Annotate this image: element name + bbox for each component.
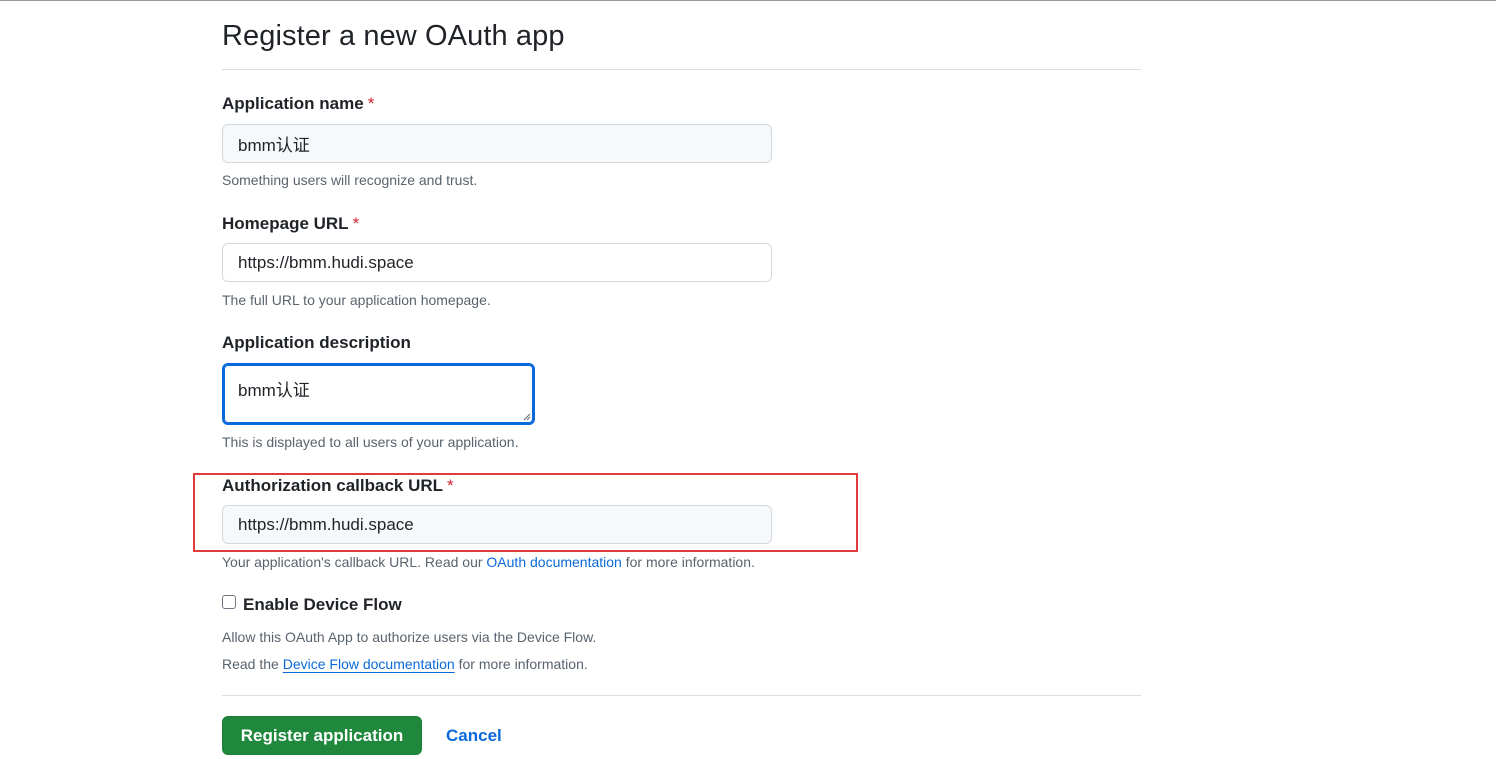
device-flow-hint-before: Read the <box>222 656 279 672</box>
app-name-label-text: Application name <box>222 94 364 113</box>
top-border <box>0 0 1496 1</box>
homepage-url-hint: The full URL to your application homepag… <box>222 292 491 308</box>
description-label-text: Application description <box>222 333 411 352</box>
register-application-button[interactable]: Register application <box>222 716 422 755</box>
description-textarea[interactable]: bmm认证 <box>222 363 535 425</box>
cancel-button[interactable]: Cancel <box>446 726 502 746</box>
description-value: bmm认证 <box>238 381 310 400</box>
callback-hint-after: for more information. <box>625 554 755 570</box>
app-name-hint: Something users will recognize and trust… <box>222 172 478 188</box>
app-name-label: Application name * <box>222 94 374 114</box>
homepage-url-label-text: Homepage URL <box>222 214 349 233</box>
oauth-documentation-link[interactable]: OAuth documentation <box>486 554 621 570</box>
device-flow-documentation-link[interactable]: Device Flow documentation <box>283 656 455 672</box>
homepage-url-label: Homepage URL * <box>222 214 359 234</box>
register-application-label: Register application <box>240 725 404 745</box>
device-flow-hint-after: for more information. <box>458 656 588 672</box>
homepage-url-value: https://bmm.hudi.space <box>238 252 414 272</box>
callback-url-hint: Your application's callback URL. Read ou… <box>222 554 755 570</box>
required-mark: * <box>352 214 360 233</box>
app-name-value: bmm认证 <box>238 136 310 155</box>
enable-device-flow-label[interactable]: Enable Device Flow <box>243 595 402 615</box>
actions-divider <box>222 695 1141 696</box>
callback-hint-before: Your application's callback URL. Read ou… <box>222 554 483 570</box>
device-flow-hint: Allow this OAuth App to authorize users … <box>222 629 597 645</box>
resize-grip-icon[interactable] <box>523 413 531 421</box>
enable-device-flow-checkbox[interactable] <box>222 595 236 609</box>
device-flow-doc-hint: Read the Device Flow documentation for m… <box>222 656 588 672</box>
required-mark: * <box>367 94 375 113</box>
title-divider <box>222 69 1141 70</box>
homepage-url-input[interactable]: https://bmm.hudi.space <box>222 243 772 282</box>
callback-highlight-annotation <box>193 473 858 552</box>
description-hint: This is displayed to all users of your a… <box>222 434 519 450</box>
description-label: Application description <box>222 333 411 353</box>
app-name-input[interactable]: bmm认证 <box>222 124 772 163</box>
page-title: Register a new OAuth app <box>222 20 565 52</box>
